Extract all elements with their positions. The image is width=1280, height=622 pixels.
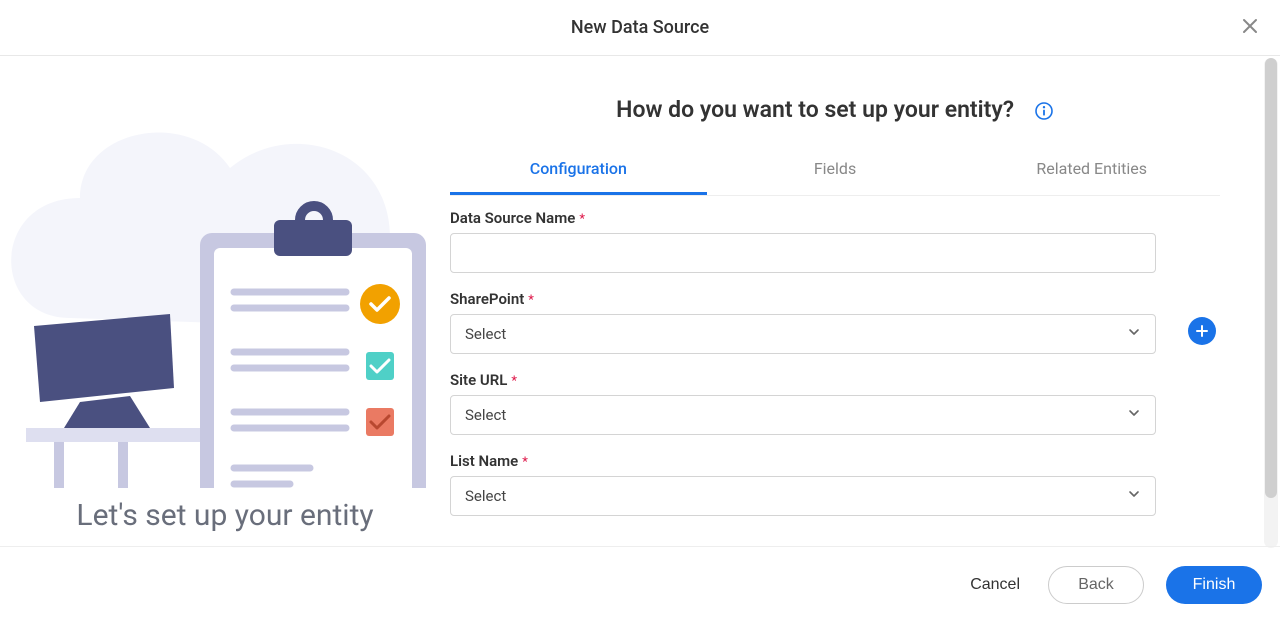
chevron-down-icon [1127, 487, 1141, 505]
page-heading: How do you want to set up your entity? [450, 96, 1220, 123]
label-data-source-name: Data Source Name [450, 209, 575, 227]
tabs: Configuration Fields Related Entities [450, 147, 1220, 196]
modal-title: New Data Source [571, 17, 709, 38]
page-heading-text: How do you want to set up your entity? [616, 96, 1014, 123]
chevron-down-icon [1127, 406, 1141, 424]
plus-icon [1194, 323, 1210, 339]
required-marker: * [522, 455, 528, 470]
tab-configuration[interactable]: Configuration [450, 147, 707, 195]
cancel-button[interactable]: Cancel [964, 575, 1026, 595]
select-site-url[interactable]: Select [450, 395, 1156, 435]
setup-illustration [10, 68, 440, 488]
required-marker: * [511, 374, 517, 389]
label-site-url: Site URL [450, 371, 507, 389]
back-button[interactable]: Back [1048, 566, 1144, 604]
select-sharepoint[interactable]: Select [450, 314, 1156, 354]
field-site-url: Site URL * Select [450, 370, 1220, 435]
modal-footer: Cancel Back Finish [0, 546, 1280, 622]
label-sharepoint: SharePoint [450, 290, 524, 308]
field-data-source-name: Data Source Name * [450, 208, 1220, 273]
add-sharepoint-button[interactable] [1188, 317, 1216, 345]
tab-fields[interactable]: Fields [707, 147, 964, 195]
left-panel: Let's set up your entity [0, 56, 450, 546]
close-icon [1242, 18, 1258, 34]
finish-button[interactable]: Finish [1166, 566, 1262, 604]
select-list-name-value: Select [465, 487, 506, 505]
field-list-name: List Name * Select [450, 451, 1220, 516]
tab-related-entities[interactable]: Related Entities [963, 147, 1220, 195]
select-list-name[interactable]: Select [450, 476, 1156, 516]
info-icon[interactable] [1034, 101, 1054, 121]
modal-header: New Data Source [0, 0, 1280, 56]
select-sharepoint-value: Select [465, 325, 506, 343]
required-marker: * [528, 293, 534, 308]
label-list-name: List Name [450, 452, 518, 470]
select-site-url-value: Select [465, 406, 506, 424]
required-marker: * [579, 212, 585, 227]
right-panel: How do you want to set up your entity? C… [450, 56, 1280, 546]
field-sharepoint: SharePoint * Select [450, 289, 1220, 354]
close-button[interactable] [1238, 14, 1262, 38]
left-panel-caption: Let's set up your entity [0, 498, 450, 533]
configuration-form: Data Source Name * SharePoint * Select [450, 208, 1220, 516]
input-data-source-name[interactable] [450, 233, 1156, 273]
chevron-down-icon [1127, 325, 1141, 343]
